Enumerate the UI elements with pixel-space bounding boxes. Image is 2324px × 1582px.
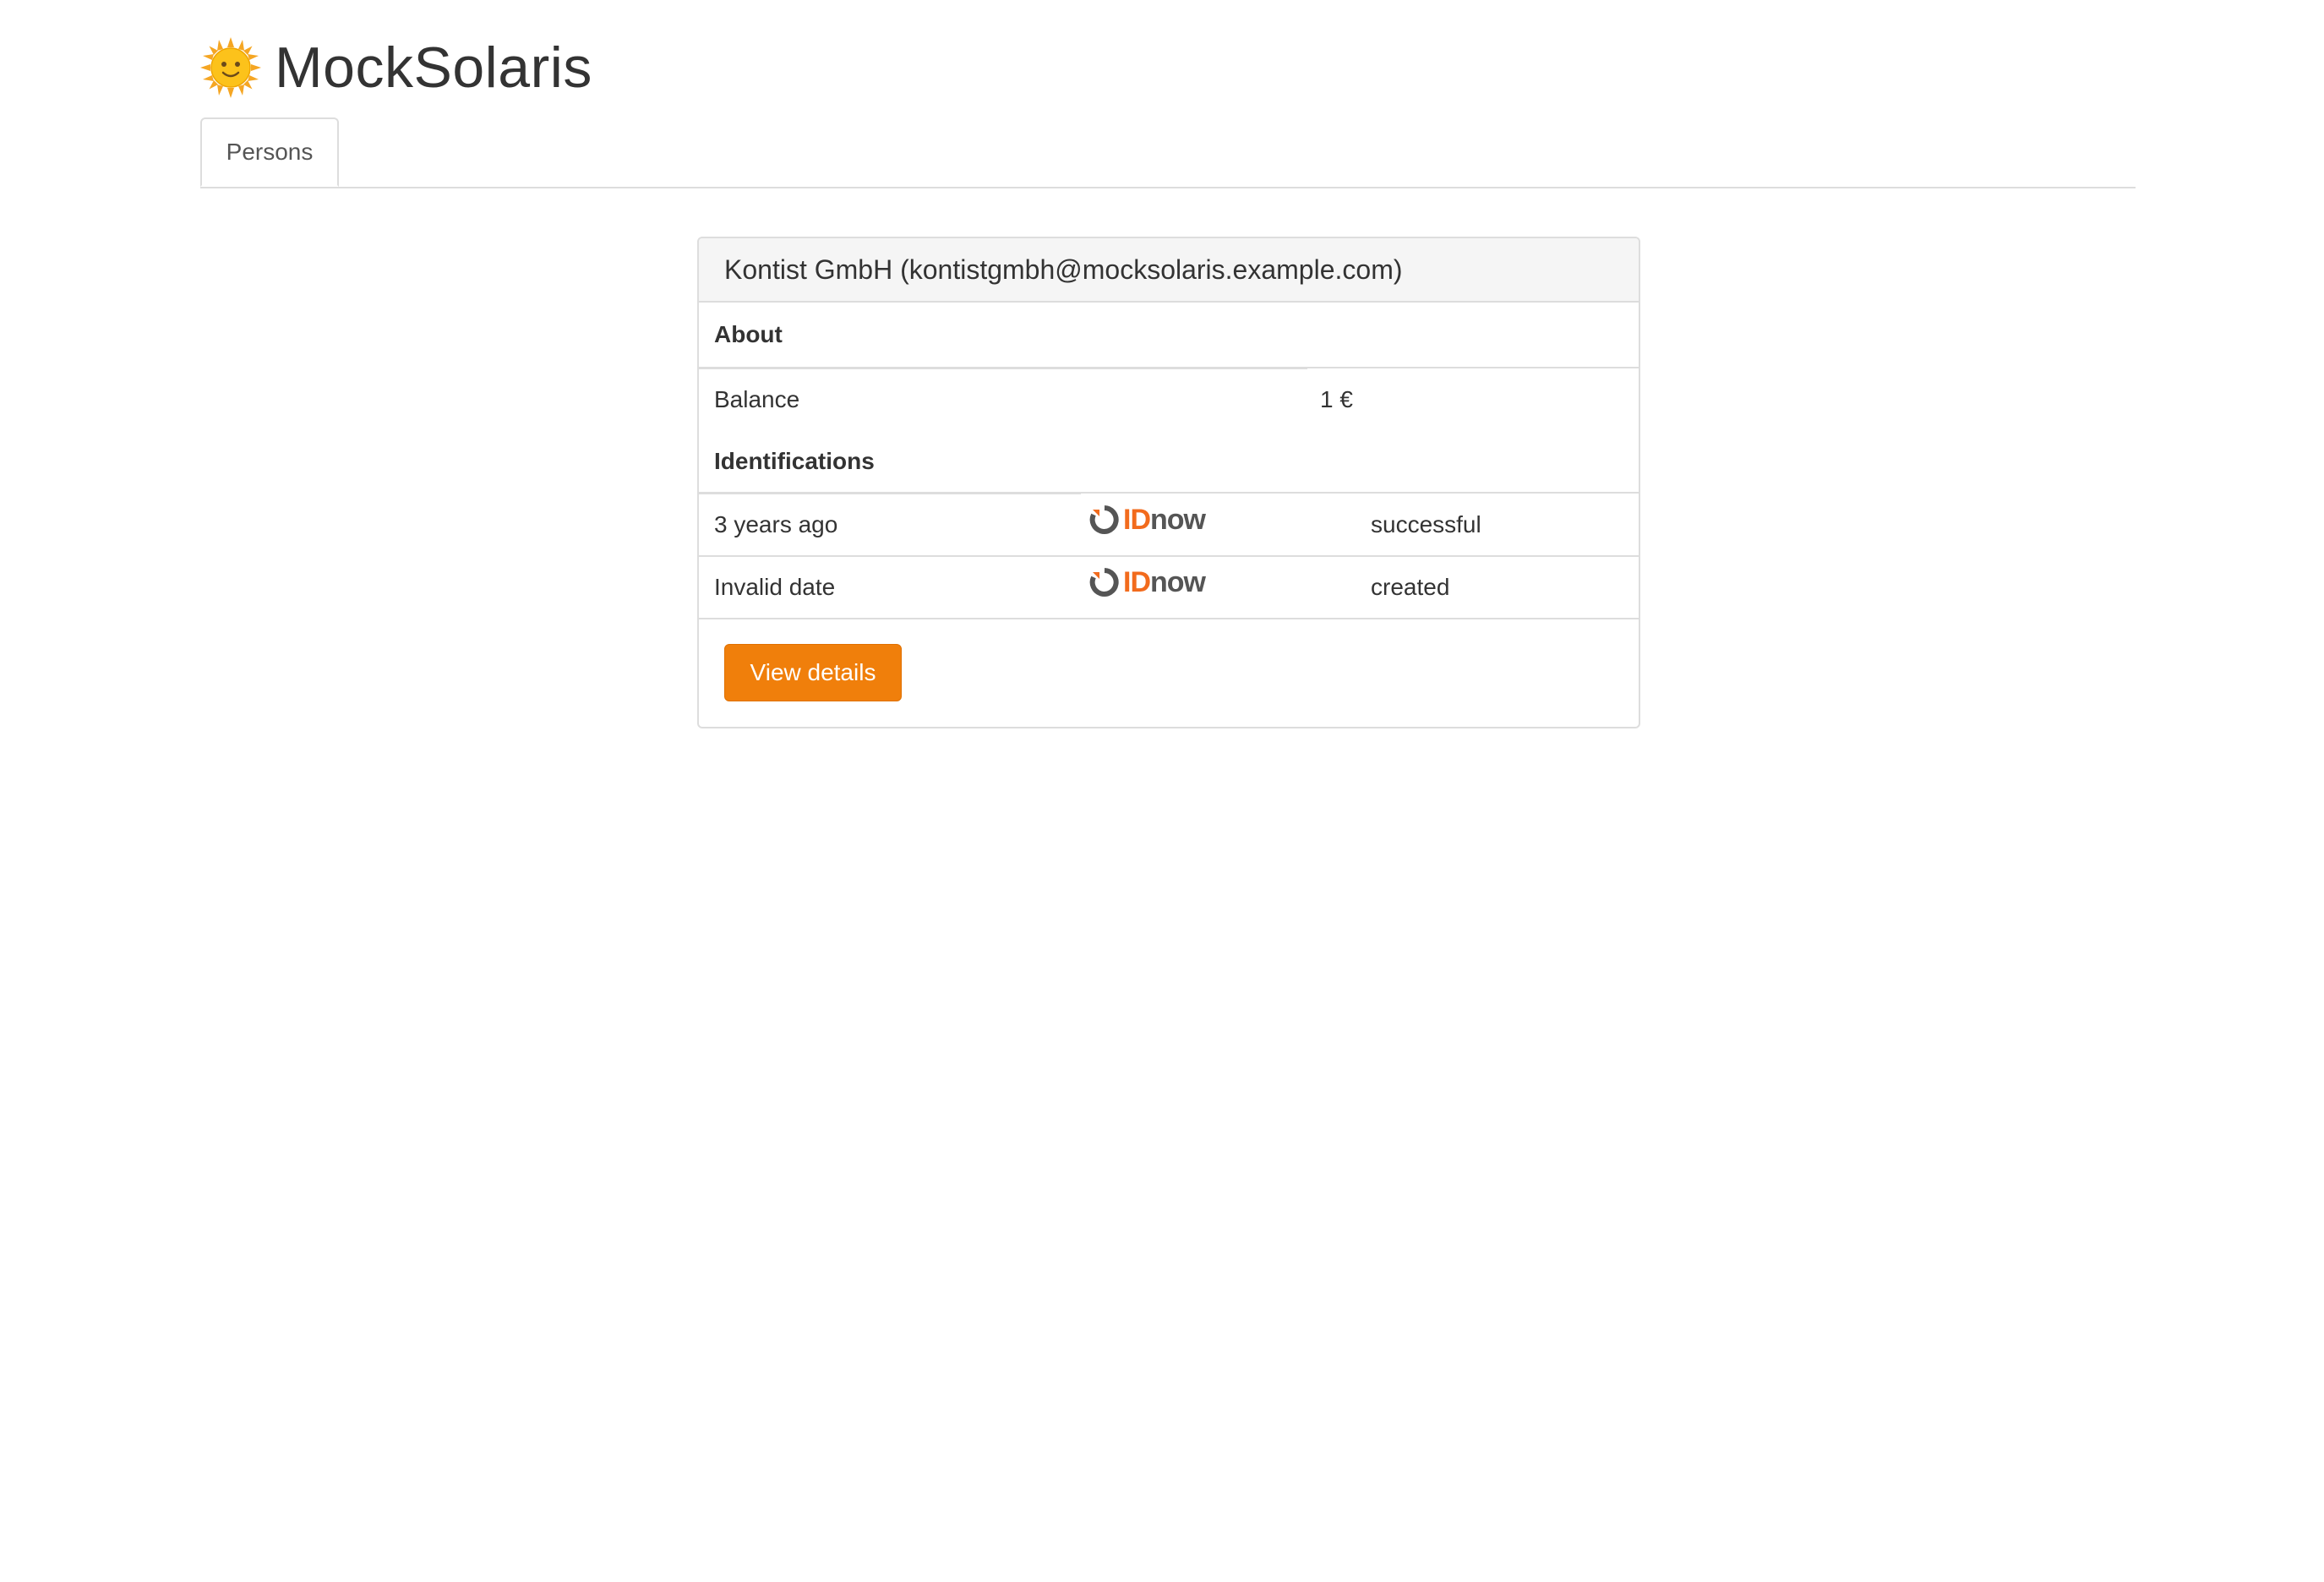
idnow-logo: IDnow <box>1089 489 1206 550</box>
person-panel: Kontist GmbH (kontistgmbh@mocksolaris.ex… <box>697 237 1640 728</box>
about-title: About <box>714 321 783 347</box>
app-header: MockSolaris <box>200 30 592 105</box>
balance-label: Balance <box>714 386 800 412</box>
tab-persons[interactable]: Persons <box>200 117 339 187</box>
identifications-section-header: Identifications <box>699 430 1639 493</box>
identification-status: successful <box>1371 511 1481 537</box>
idnow-mark-icon <box>1089 505 1119 534</box>
balance-value: 1 € <box>1320 386 1353 412</box>
identifications-title: Identifications <box>714 448 875 474</box>
idnow-mark-icon <box>1089 568 1119 597</box>
identification-status: created <box>1371 574 1450 600</box>
balance-row: Balance 1 € <box>699 369 1639 430</box>
nav-tabs: Persons <box>200 117 2136 188</box>
identification-date: 3 years ago <box>714 511 838 537</box>
view-details-button[interactable]: View details <box>724 644 902 701</box>
divider <box>699 618 1639 619</box>
identification-date: Invalid date <box>714 574 836 600</box>
app-title: MockSolaris <box>275 35 592 100</box>
idnow-logo: IDnow <box>1089 552 1206 613</box>
person-heading: Kontist GmbH (kontistgmbh@mocksolaris.ex… <box>699 238 1639 303</box>
sun-with-face-icon <box>200 37 261 98</box>
about-section-header: About <box>699 303 1639 367</box>
divider <box>699 367 1639 368</box>
identification-row: 3 years ago IDnow successful <box>699 494 1639 555</box>
identification-row: Invalid date IDnow created <box>699 557 1639 618</box>
